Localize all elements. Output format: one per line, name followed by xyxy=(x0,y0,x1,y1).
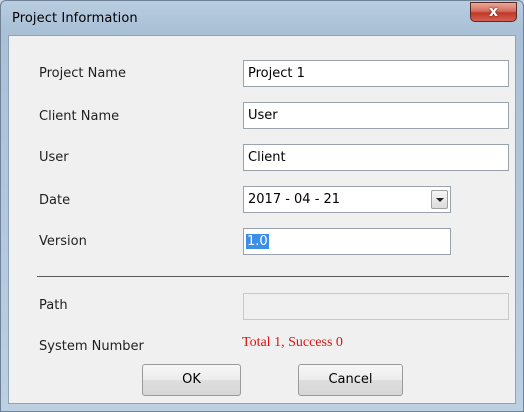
path-label: Path xyxy=(39,298,68,313)
client-name-label: Client Name xyxy=(39,109,120,124)
project-information-dialog: Project Information x Project Name Proje… xyxy=(0,0,524,412)
date-value: 2017 - 04 - 21 xyxy=(248,192,341,207)
client-name-input[interactable]: User xyxy=(243,102,509,129)
title-bar[interactable]: Project Information x xyxy=(1,1,523,35)
version-input[interactable]: 1.0 xyxy=(243,228,451,255)
dialog-body: Project Name Project 1 Client Name User … xyxy=(8,35,516,404)
cancel-button[interactable]: Cancel xyxy=(298,364,403,396)
dialog-title: Project Information xyxy=(12,11,138,26)
divider xyxy=(37,276,509,277)
user-input[interactable]: Client xyxy=(243,144,509,171)
system-number-label: System Number xyxy=(39,339,144,354)
ok-button[interactable]: OK xyxy=(142,364,241,396)
close-button[interactable]: x xyxy=(470,2,517,22)
project-name-label: Project Name xyxy=(39,66,126,81)
date-label: Date xyxy=(39,193,71,208)
close-icon: x xyxy=(488,4,499,20)
version-label: Version xyxy=(39,234,87,249)
user-label: User xyxy=(39,150,69,165)
path-input xyxy=(243,293,509,320)
system-number-status: Total 1, Success 0 xyxy=(242,335,343,350)
date-picker[interactable]: 2017 - 04 - 21 xyxy=(243,186,451,213)
project-name-input[interactable]: Project 1 xyxy=(243,60,509,87)
chevron-down-icon[interactable] xyxy=(431,190,448,209)
version-selected-text: 1.0 xyxy=(246,234,269,249)
